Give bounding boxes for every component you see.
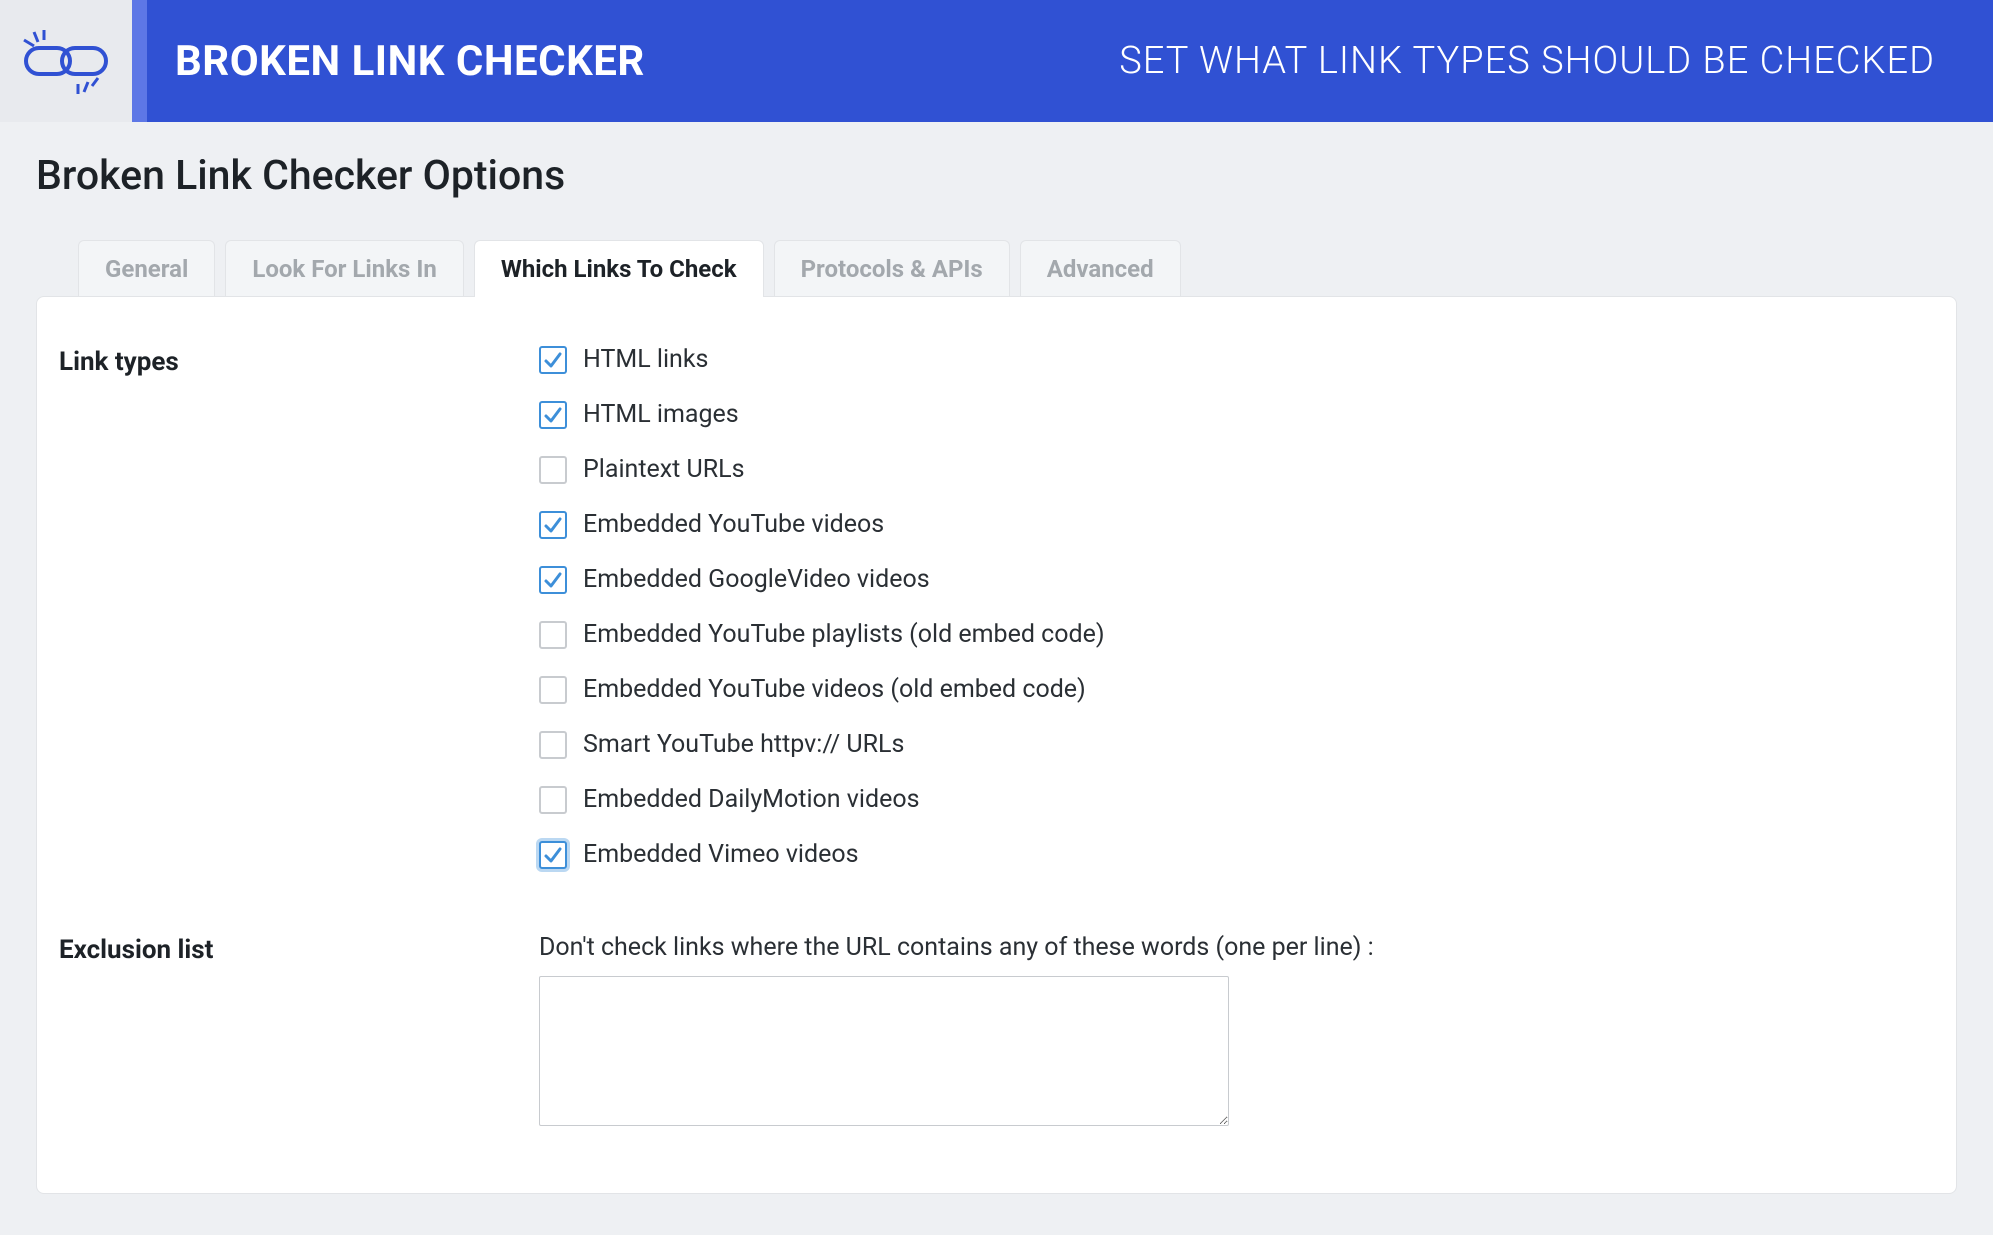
link-type-row: Embedded YouTube videos bbox=[539, 510, 1916, 539]
link-types-list: HTML links HTML images Plaintext URLs Embed… bbox=[539, 345, 1916, 869]
link-type-checkbox[interactable] bbox=[539, 401, 567, 429]
link-type-label: HTML links bbox=[583, 345, 708, 374]
tab-which-links-to-check[interactable]: Which Links To Check bbox=[474, 240, 764, 297]
link-type-label: Embedded DailyMotion videos bbox=[583, 785, 920, 814]
tab-protocols-apis[interactable]: Protocols & APIs bbox=[774, 240, 1010, 297]
link-type-checkbox[interactable] bbox=[539, 566, 567, 594]
link-type-label: Embedded YouTube videos bbox=[583, 510, 884, 539]
header-title: BROKEN LINK CHECKER bbox=[175, 37, 645, 86]
link-type-row: Embedded YouTube videos (old embed code) bbox=[539, 675, 1916, 704]
link-type-label: Smart YouTube httpv:// URLs bbox=[583, 730, 904, 759]
link-type-row: Plaintext URLs bbox=[539, 455, 1916, 484]
link-type-checkbox[interactable] bbox=[539, 841, 567, 869]
options-panel: Link types HTML links HTML images Plaintex… bbox=[36, 296, 1957, 1194]
chain-link-icon bbox=[18, 26, 114, 96]
link-type-row: Smart YouTube httpv:// URLs bbox=[539, 730, 1916, 759]
app-logo-box bbox=[0, 0, 132, 122]
app-header: BROKEN LINK CHECKER SET WHAT LINK TYPES … bbox=[0, 0, 1993, 122]
section-link-types-content: HTML links HTML images Plaintext URLs Embed… bbox=[539, 345, 1916, 869]
section-exclusion-label: Exclusion list bbox=[59, 933, 539, 1133]
link-type-row: HTML images bbox=[539, 400, 1916, 429]
link-type-row: HTML links bbox=[539, 345, 1916, 374]
exclusion-textarea[interactable] bbox=[539, 976, 1229, 1126]
link-type-label: Embedded YouTube playlists (old embed co… bbox=[583, 620, 1105, 649]
page-body: Broken Link Checker Options GeneralLook … bbox=[0, 122, 1993, 1235]
section-exclusion-content: Don't check links where the URL contains… bbox=[539, 933, 1916, 1133]
tab-look-for-links-in[interactable]: Look For Links In bbox=[225, 240, 463, 297]
tab-advanced[interactable]: Advanced bbox=[1020, 240, 1181, 297]
exclusion-help-text: Don't check links where the URL contains… bbox=[539, 933, 1916, 962]
link-type-checkbox[interactable] bbox=[539, 456, 567, 484]
link-type-checkbox[interactable] bbox=[539, 731, 567, 759]
section-link-types: Link types HTML links HTML images Plaintex… bbox=[59, 345, 1916, 869]
link-type-label: Plaintext URLs bbox=[583, 455, 745, 484]
link-type-checkbox[interactable] bbox=[539, 346, 567, 374]
tab-strip: GeneralLook For Links InWhich Links To C… bbox=[78, 240, 1957, 297]
link-type-checkbox[interactable] bbox=[539, 786, 567, 814]
header-main: BROKEN LINK CHECKER SET WHAT LINK TYPES … bbox=[147, 0, 1993, 122]
link-type-checkbox[interactable] bbox=[539, 621, 567, 649]
link-type-row: Embedded YouTube playlists (old embed co… bbox=[539, 620, 1916, 649]
header-subtitle: SET WHAT LINK TYPES SHOULD BE CHECKED bbox=[1119, 39, 1935, 83]
link-type-row: Embedded DailyMotion videos bbox=[539, 785, 1916, 814]
link-type-label: Embedded YouTube videos (old embed code) bbox=[583, 675, 1086, 704]
link-type-label: Embedded GoogleVideo videos bbox=[583, 565, 930, 594]
link-type-row: Embedded Vimeo videos bbox=[539, 840, 1916, 869]
page-title: Broken Link Checker Options bbox=[36, 152, 1957, 200]
link-type-checkbox[interactable] bbox=[539, 511, 567, 539]
accent-stripe bbox=[132, 0, 147, 122]
tab-general[interactable]: General bbox=[78, 240, 215, 297]
link-type-row: Embedded GoogleVideo videos bbox=[539, 565, 1916, 594]
link-type-label: HTML images bbox=[583, 400, 739, 429]
section-link-types-label: Link types bbox=[59, 345, 539, 869]
link-type-checkbox[interactable] bbox=[539, 676, 567, 704]
section-exclusion: Exclusion list Don't check links where t… bbox=[59, 933, 1916, 1133]
link-type-label: Embedded Vimeo videos bbox=[583, 840, 859, 869]
